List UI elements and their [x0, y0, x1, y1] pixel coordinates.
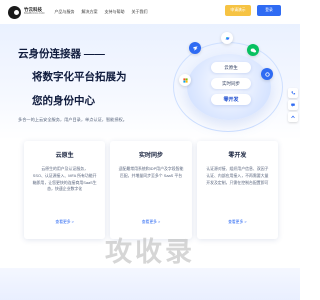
feature-card-cloud-native: 云原生 云原生的用户及认证服务， SSO、认证源接入、MFA 所有功能开 箱即用…	[24, 141, 106, 239]
chip-cloud-native: 云原生	[211, 62, 251, 73]
hero-section: 云身份连接器 —— 将数字化平台拓展为 您的身份中心 多合一的上云安全服务，用户…	[0, 24, 300, 140]
feature-card-zero-dev: 零开发 认证源对接、组织用户信息、双因子 认证、内部应用接入，不再需要大量 开发…	[196, 141, 278, 239]
brand-logo[interactable]: 竹云科技 BAMBOOCLOUD	[8, 5, 45, 19]
feishu-icon	[221, 32, 233, 44]
card-title: 云原生	[55, 153, 74, 159]
app-icon	[261, 68, 273, 80]
footer-band	[0, 268, 300, 300]
chat-icon[interactable]	[288, 100, 298, 110]
logo-subtitle: BAMBOOCLOUD	[24, 12, 45, 16]
top-header: 竹云科技 BAMBOOCLOUD 产品与服务 解决方案 支持与帮助 关于我们	[0, 0, 300, 24]
chip-zero-dev: 零开发	[211, 94, 251, 105]
floating-side-toolbar	[288, 88, 298, 122]
login-button[interactable]: 登录	[257, 5, 281, 16]
dingtalk-icon	[189, 42, 201, 54]
hero-illustration: 云原生 实时同步 零开发	[165, 28, 295, 140]
card-title: 实时同步	[138, 153, 163, 159]
card-description: 云原生的用户及认证服务， SSO、认证源接入、MFA 所有功能开 箱即用，让您更…	[32, 166, 97, 192]
learn-more-link[interactable]: 查看更多 >	[197, 220, 278, 225]
nav-solutions[interactable]: 解决方案	[81, 9, 97, 15]
hero-description: 多合一的上云安全服务，用户目录，单点认证，智能授权。	[18, 117, 127, 122]
hero-title-line1: 云身份连接器 ——	[18, 48, 105, 60]
learn-more-link[interactable]: 查看更多 >	[24, 220, 105, 225]
nav-support[interactable]: 支持与帮助	[104, 9, 124, 15]
feature-cards: 云原生 云原生的用户及认证服务， SSO、认证源接入、MFA 所有功能开 箱即用…	[24, 141, 278, 239]
card-description: 适配最常用系统和IDP用户及字段智能 匹配，并增量同步至多个 SaaS 平台	[118, 166, 184, 178]
nav-about[interactable]: 关于我们	[131, 9, 147, 15]
wechat-icon	[247, 44, 259, 56]
watermark-text: 攻收录	[105, 237, 195, 268]
phone-icon[interactable]	[288, 88, 298, 98]
card-title: 零开发	[228, 153, 247, 159]
microsoft-icon	[179, 74, 191, 86]
nav-products[interactable]: 产品与服务	[54, 9, 74, 15]
hero-title-line2: 将数字化平台拓展为	[32, 71, 127, 83]
feature-card-realtime-sync: 实时同步 适配最常用系统和IDP用户及字段智能 匹配，并增量同步至多个 SaaS…	[110, 141, 192, 239]
back-to-top-icon[interactable]	[288, 112, 298, 122]
chip-realtime-sync: 实时同步	[211, 78, 251, 89]
request-demo-button[interactable]: 申请演示	[225, 5, 251, 16]
main-nav: 产品与服务 解决方案 支持与帮助 关于我们	[54, 9, 147, 15]
card-description: 认证源对接、组织用户信息、双因子 认证、内部应用接入，不再需要大量 开发及定制，…	[206, 166, 269, 185]
logo-icon	[8, 5, 21, 19]
hero-title-line3: 您的身份中心	[32, 95, 95, 107]
learn-more-link[interactable]: 查看更多 >	[110, 220, 191, 225]
